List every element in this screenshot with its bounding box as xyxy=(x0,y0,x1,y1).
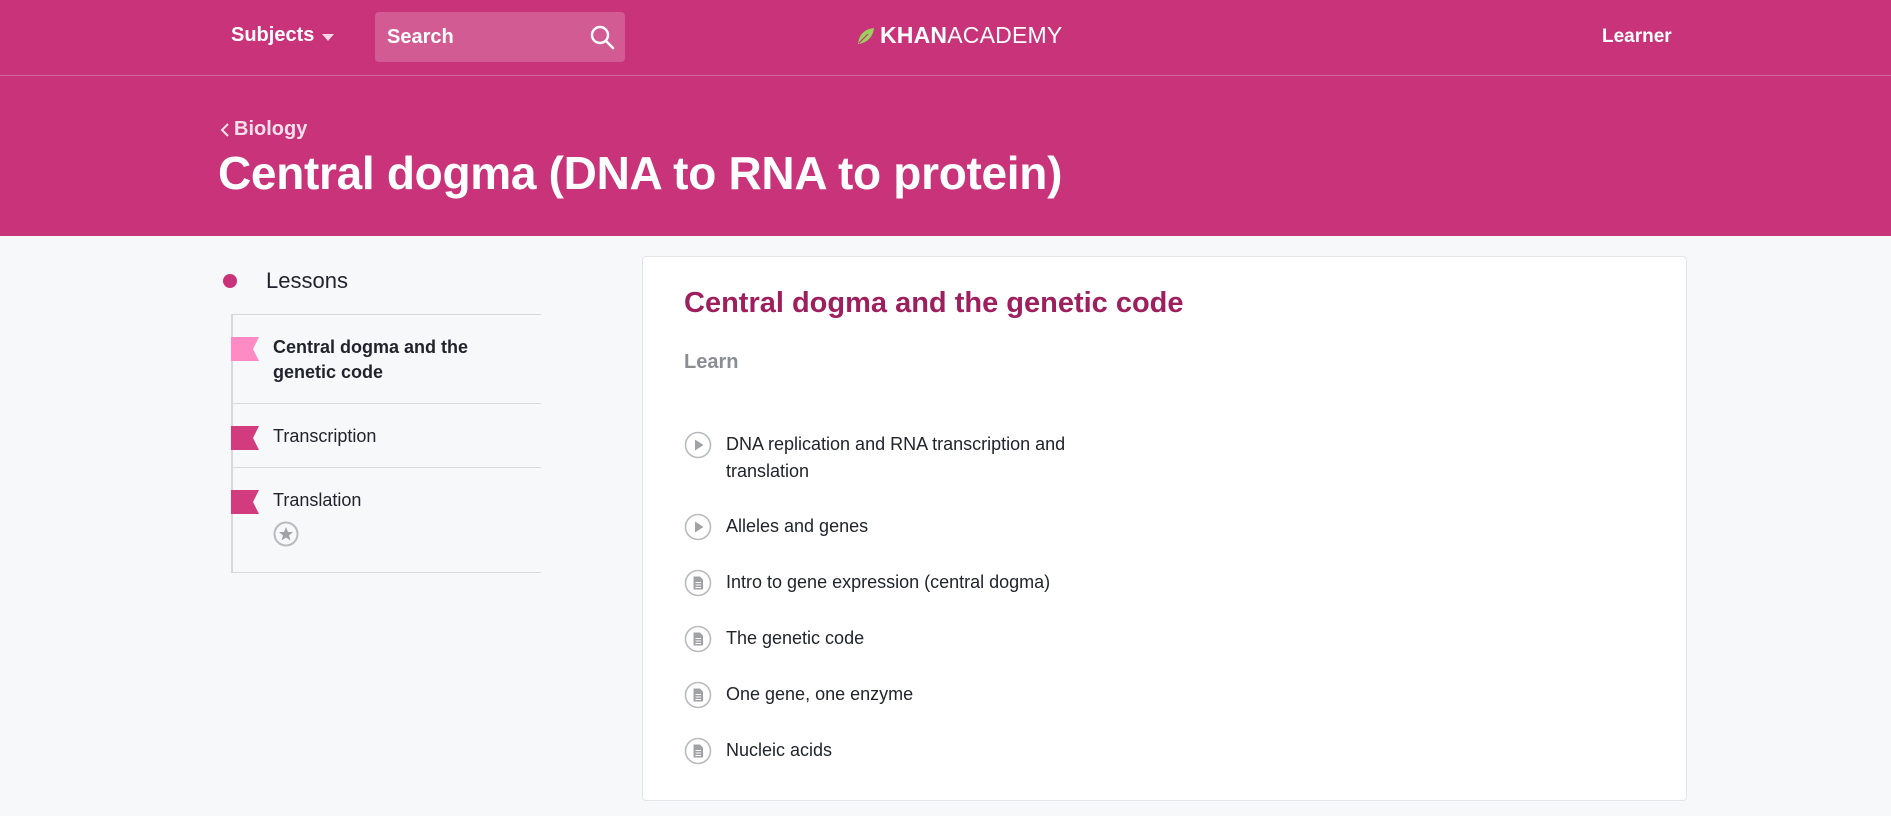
sidebar-item-label: Central dogma and the genetic code xyxy=(273,337,469,382)
lessons-label: Lessons xyxy=(266,268,348,293)
list-item-label: Alleles and genes xyxy=(726,516,869,536)
logo-text-bold: KHAN xyxy=(880,22,948,48)
list-item-label: Nucleic acids xyxy=(726,740,833,760)
hero-banner: Biology Central dogma (DNA to RNA to pro… xyxy=(0,76,1891,236)
sidebar-item-translation[interactable]: Translation xyxy=(231,467,541,573)
lessons-dot-icon xyxy=(223,274,237,288)
top-nav-bar: Subjects KHANACADEMY Learner xyxy=(0,0,1891,76)
list-item[interactable]: Intro to gene expression (central dogma) xyxy=(684,569,1144,597)
sidebar-item-transcription[interactable]: Transcription xyxy=(231,403,541,467)
lesson-card: Central dogma and the genetic code Learn… xyxy=(642,256,1687,801)
chevron-down-icon xyxy=(322,33,335,41)
sidebar-item-label: Translation xyxy=(273,490,362,510)
list-item[interactable]: The genetic code xyxy=(684,625,1144,653)
list-item[interactable]: Alleles and genes xyxy=(684,513,1144,541)
list-item-label: The genetic code xyxy=(726,628,865,648)
page-title: Central dogma (DNA to RNA to protein) xyxy=(218,147,1063,199)
logo-text-light: ACADEMY xyxy=(947,22,1063,48)
list-item-label: One gene, one enzyme xyxy=(726,684,914,704)
content-list: DNA replication and RNA transcription an… xyxy=(684,431,1144,793)
user-menu-button[interactable]: Learner xyxy=(1602,26,1672,48)
article-icon xyxy=(684,625,712,653)
list-item[interactable]: Nucleic acids xyxy=(684,737,1144,765)
list-item[interactable]: DNA replication and RNA transcription an… xyxy=(684,431,1144,485)
breadcrumb[interactable]: Biology xyxy=(220,118,307,141)
list-item-label: DNA replication and RNA transcription an… xyxy=(726,434,1066,481)
sidebar-item-label: Transcription xyxy=(273,426,377,446)
article-icon xyxy=(684,569,712,597)
section-label: Learn xyxy=(684,351,739,373)
unit-test-star-icon[interactable] xyxy=(273,521,299,547)
leaf-icon xyxy=(858,27,874,44)
khan-academy-logo[interactable]: KHANACADEMY xyxy=(856,22,1062,49)
subjects-menu-button[interactable]: Subjects xyxy=(231,24,335,47)
sidebar-item-central-dogma[interactable]: Central dogma and the genetic code xyxy=(231,314,541,403)
search-box[interactable] xyxy=(375,12,625,62)
subjects-label: Subjects xyxy=(231,24,315,46)
article-icon xyxy=(684,681,712,709)
flag-icon xyxy=(231,426,259,450)
lessons-heading: Lessons xyxy=(220,268,348,294)
breadcrumb-label: Biology xyxy=(234,118,308,140)
search-input[interactable] xyxy=(387,25,577,49)
lesson-title[interactable]: Central dogma and the genetic code xyxy=(684,287,1184,320)
flag-icon xyxy=(231,337,259,361)
flag-icon xyxy=(231,490,259,514)
list-item-label: Intro to gene expression (central dogma) xyxy=(726,572,1051,592)
play-icon xyxy=(684,513,712,541)
list-item[interactable]: One gene, one enzyme xyxy=(684,681,1144,709)
play-icon xyxy=(684,431,712,459)
chevron-left-icon xyxy=(220,122,229,137)
lessons-sidebar: Central dogma and the genetic code Trans… xyxy=(231,314,541,573)
article-icon xyxy=(684,737,712,765)
search-icon[interactable] xyxy=(589,24,615,50)
